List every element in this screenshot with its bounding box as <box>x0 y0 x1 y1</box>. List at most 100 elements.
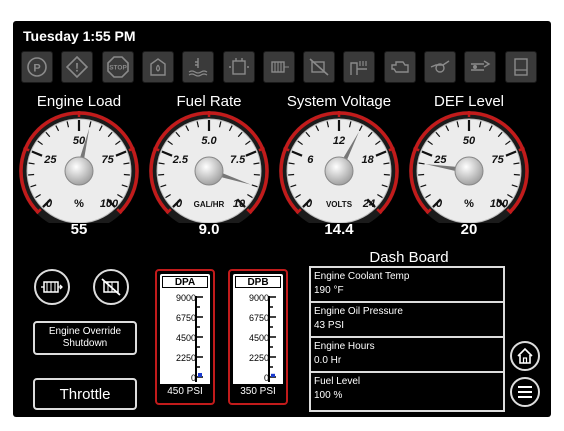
table-row: Engine Coolant Temp 190 °F <box>311 268 503 303</box>
date-time: Tuesday 1:55 PM <box>23 28 136 44</box>
def-level-value: 20 <box>460 221 478 238</box>
svg-text:P: P <box>33 63 40 75</box>
gauge-tick-label: 0 <box>306 198 313 210</box>
dpa-tick-label: 4500 <box>175 333 196 343</box>
gauge-title-system-voltage: System Voltage <box>286 93 392 110</box>
row-value: 0.0 Hr <box>314 355 342 366</box>
fuel-rate-gauge: 0 2.5 5.0 7.5 10 GAL/HR <box>149 111 269 223</box>
dpb-label: DPB <box>235 276 281 288</box>
gauge-hub <box>194 156 224 186</box>
menu-icon <box>518 386 532 398</box>
gauge-tick-label: 6 <box>307 154 314 166</box>
gauge-unit-label: % <box>464 198 474 210</box>
gauge-hub <box>64 156 94 186</box>
dpb-pressure-gauge: DPB 9000 6750 4500 2250 0 350 PSI <box>228 269 288 405</box>
dashboard-screen: Tuesday 1:55 PM P! STOP Engine Load Fuel … <box>13 21 551 417</box>
gauge-title-def-level: DEF Level <box>433 93 505 110</box>
gauge-tick-label: 12 <box>333 135 345 147</box>
override-label-line1: Engine Override <box>48 326 122 337</box>
gauge-tick-label: 50 <box>463 135 476 147</box>
regen-inhibit-icon <box>101 278 121 296</box>
gauge-unit-label: GAL/HR <box>194 200 225 209</box>
dpb-tick-label: 9000 <box>248 293 269 303</box>
gauge-hub <box>324 156 354 186</box>
row-value: 43 PSI <box>314 320 345 331</box>
engine-override-shutdown-button[interactable]: Engine Override Shutdown <box>33 321 137 355</box>
gauge-tick-label: 0 <box>46 198 53 210</box>
row-label: Engine Oil Pressure <box>314 306 403 317</box>
gauge-tick-label: 7.5 <box>230 154 246 166</box>
dpb-level-bar <box>271 373 275 377</box>
gauge-tick-label: 0 <box>176 198 183 210</box>
gauge-tick-label: 18 <box>362 154 375 166</box>
table-row: Engine Hours 0.0 Hr <box>311 338 503 373</box>
home-icon <box>517 347 533 364</box>
gauge-tick-label: 25 <box>43 154 57 166</box>
menu-button[interactable] <box>510 377 540 407</box>
row-value: 190 °F <box>314 285 344 296</box>
dpa-tick-label: 6750 <box>175 313 196 323</box>
home-button[interactable] <box>510 341 540 371</box>
warning-icon: ! <box>61 51 94 83</box>
gauge-title-engine-load: Engine Load <box>36 93 122 110</box>
fuel-filter-icon <box>141 51 174 83</box>
def-warning-icon <box>504 51 537 83</box>
dpf-regen-button[interactable] <box>34 269 70 305</box>
gauge-tick-label: 75 <box>492 154 505 166</box>
gauge-tick-label: 10 <box>233 198 246 210</box>
dpb-tick-label: 4500 <box>248 333 269 343</box>
parking-brake-icon: P <box>21 51 53 83</box>
gauge-unit-label: VOLTS <box>326 200 353 209</box>
dpa-tick-label: 2250 <box>175 353 196 363</box>
dpa-psi-value: 450 PSI <box>160 384 210 400</box>
dpb-psi-value: 350 PSI <box>233 384 283 400</box>
table-row: Fuel Level 100 % <box>311 373 503 408</box>
exhaust-temp-icon <box>343 51 376 83</box>
dpa-level-bar <box>198 373 202 377</box>
table-row: Engine Oil Pressure 43 PSI <box>311 303 503 338</box>
gauge-unit-label: % <box>74 198 84 210</box>
dpa-gauge-face: DPA 9000 6750 4500 2250 0 450 PSI <box>160 274 210 400</box>
dashboard-table: Engine Coolant Temp 190 °F Engine Oil Pr… <box>309 266 505 412</box>
battery-charge-icon <box>222 51 255 83</box>
fuel-rate-value: 9.0 <box>198 221 220 238</box>
dpf-regen-icon <box>262 51 295 83</box>
throttle-button[interactable]: Throttle <box>33 378 137 410</box>
gauge-title-fuel-rate: Fuel Rate <box>176 93 242 110</box>
gauge-tick-label: 25 <box>433 154 447 166</box>
row-value: 100 % <box>314 390 343 401</box>
system-voltage-gauge: 0 6 12 18 24 VOLTS <box>279 111 399 223</box>
gauge-tick-label: 0 <box>436 198 443 210</box>
gauge-tick-label: 2.5 <box>172 154 189 166</box>
engine-load-value: 55 <box>70 221 88 238</box>
dpb-tick-label: 6750 <box>248 313 269 323</box>
dpa-pressure-gauge: DPA 9000 6750 4500 2250 0 450 PSI <box>155 269 215 405</box>
gauge-tick-label: 100 <box>490 198 509 210</box>
gauge-tick-label: 75 <box>102 154 115 166</box>
dashboard-title: Dash Board <box>369 249 449 266</box>
dpb-gauge-face: DPB 9000 6750 4500 2250 0 350 PSI <box>233 274 283 400</box>
gauge-tick-label: 24 <box>362 198 375 210</box>
dpa-label: DPA <box>162 276 208 288</box>
engine-load-gauge: 0255075100% <box>19 111 139 223</box>
system-voltage-value: 14.4 <box>324 221 354 238</box>
fuel-water-icon <box>464 51 497 83</box>
svg-text:STOP: STOP <box>109 65 127 72</box>
gauge-tick-label: 100 <box>100 198 119 210</box>
regen-inhibit-icon <box>303 51 336 83</box>
oil-pressure-icon <box>424 51 456 83</box>
row-label: Engine Hours <box>314 341 375 352</box>
engine-check-icon <box>383 51 416 83</box>
dpf-regen-icon <box>41 281 63 293</box>
dpa-tick-label: 9000 <box>175 293 196 303</box>
def-level-gauge: 0 25 50 75 100% <box>409 111 529 223</box>
row-label: Engine Coolant Temp <box>314 271 410 282</box>
dpa-scale <box>195 296 203 382</box>
gauge-tick-label: 5.0 <box>201 135 217 147</box>
regen-inhibit-button[interactable] <box>93 269 129 305</box>
dpb-tick-label: 2250 <box>248 353 269 363</box>
svg-text:!: ! <box>75 61 79 75</box>
throttle-label: Throttle <box>59 385 111 403</box>
gauge-hub <box>454 156 484 186</box>
stop-icon: STOP <box>101 51 134 83</box>
